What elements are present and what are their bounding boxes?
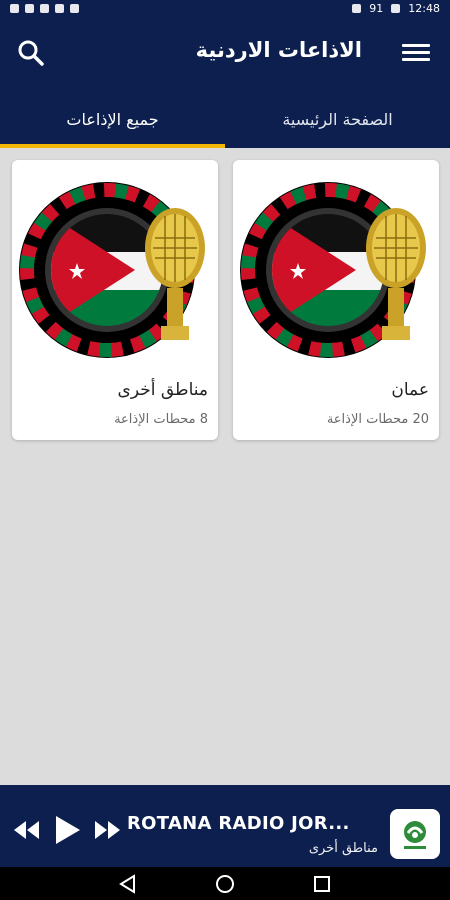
station-logo-icon — [404, 821, 426, 849]
rewind-icon[interactable] — [14, 821, 40, 843]
recents-icon[interactable] — [312, 874, 332, 898]
jordan-radio-logo — [240, 182, 426, 358]
notification-icon — [55, 3, 64, 13]
region-name: عمان — [391, 380, 429, 400]
play-icon[interactable] — [56, 816, 80, 848]
clock: 12:48 — [408, 1, 440, 15]
jordan-radio-logo — [19, 182, 205, 358]
page-title: الاذاعات الاردنية — [195, 38, 362, 62]
app-bar: الاذاعات الاردنية — [0, 16, 450, 90]
tab-all-stations[interactable]: جميع الإذاعات — [0, 90, 225, 148]
status-bar: 91 12:48 — [0, 0, 450, 16]
region-card-amman[interactable]: عمان 20 محطات الإذاعة — [233, 160, 439, 440]
search-icon[interactable] — [16, 38, 46, 68]
tab-bar: جميع الإذاعات الصفحة الرئيسية — [0, 90, 450, 148]
status-left-icons — [10, 3, 79, 13]
signal-icon — [352, 3, 362, 13]
now-playing-title[interactable]: ROTANA RADIO JOR... — [127, 813, 367, 834]
tab-home[interactable]: الصفحة الرئيسية — [225, 90, 450, 148]
station-count: 8 محطات الإذاعة — [114, 412, 208, 427]
fast-forward-icon[interactable] — [94, 821, 120, 843]
notification-icon — [40, 3, 49, 13]
system-nav-bar — [0, 867, 450, 900]
back-icon[interactable] — [118, 874, 138, 898]
notification-icon — [10, 3, 19, 13]
now-playing-region: مناطق أخرى — [308, 841, 378, 856]
battery-level: 91 — [369, 1, 384, 15]
region-name: مناطق أخرى — [117, 380, 208, 400]
station-thumbnail[interactable] — [390, 809, 440, 859]
battery-icon — [391, 3, 401, 13]
station-count: 20 محطات الإذاعة — [326, 412, 429, 427]
notification-icon — [70, 3, 79, 13]
menu-icon[interactable] — [402, 41, 430, 63]
mini-player: ROTANA RADIO JOR... مناطق أخرى — [0, 785, 450, 867]
status-right: 91 12:48 — [352, 2, 440, 15]
usb-icon — [25, 3, 34, 13]
home-icon[interactable] — [215, 874, 235, 898]
stations-grid: مناطق أخرى 8 محطات الإذاعة عمان 20 محطات… — [0, 148, 450, 785]
region-card-other[interactable]: مناطق أخرى 8 محطات الإذاعة — [12, 160, 218, 440]
